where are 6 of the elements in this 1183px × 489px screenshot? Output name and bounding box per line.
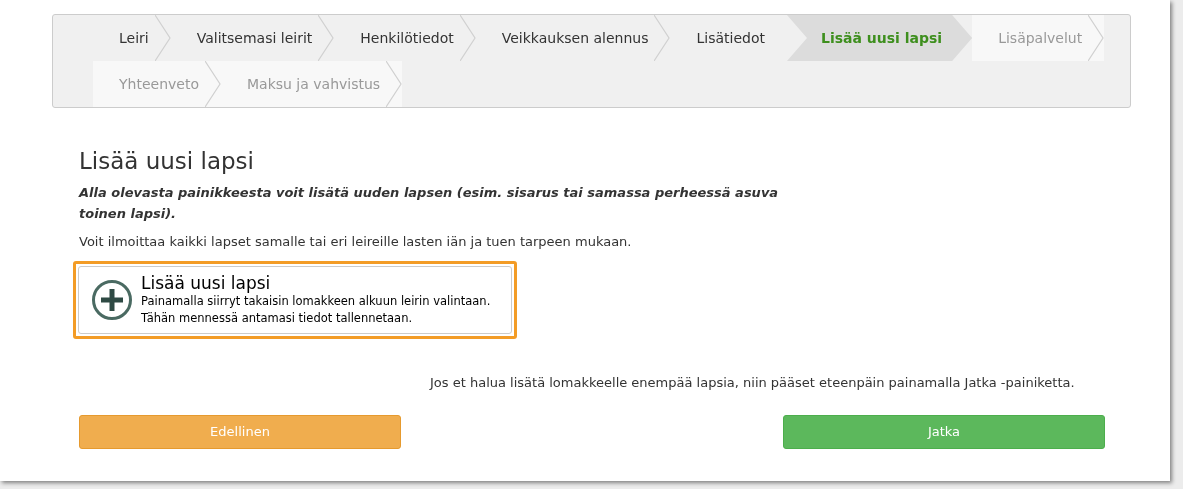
plus-circle-icon	[91, 279, 133, 322]
intro-text: Alla olevasta painikkeesta voit lisätä uuden lapsen (esim. sisarus tai samassa perheessä asuva toinen lapsi).	[79, 183, 779, 223]
info-text: Voit ilmoittaa kaikki lapset samalle tai eri leireille lasten iän ja tuen tarpeen mukaan.	[79, 232, 633, 251]
page-heading: Lisää uusi lapsi	[79, 148, 255, 176]
add-child-button[interactable]: Lisää uusi lapsi Painamalla siirryt takaisin lomakkeen alkuun leirin valintaan. Tähän mennessä antamasi tiedot tallennetaan.	[78, 266, 512, 335]
continue-hint: Jos et halua lisätä lomakkeelle enempää lapsia, niin pääset eteenpäin painamalla Jatka -painiketta.	[430, 374, 1076, 393]
